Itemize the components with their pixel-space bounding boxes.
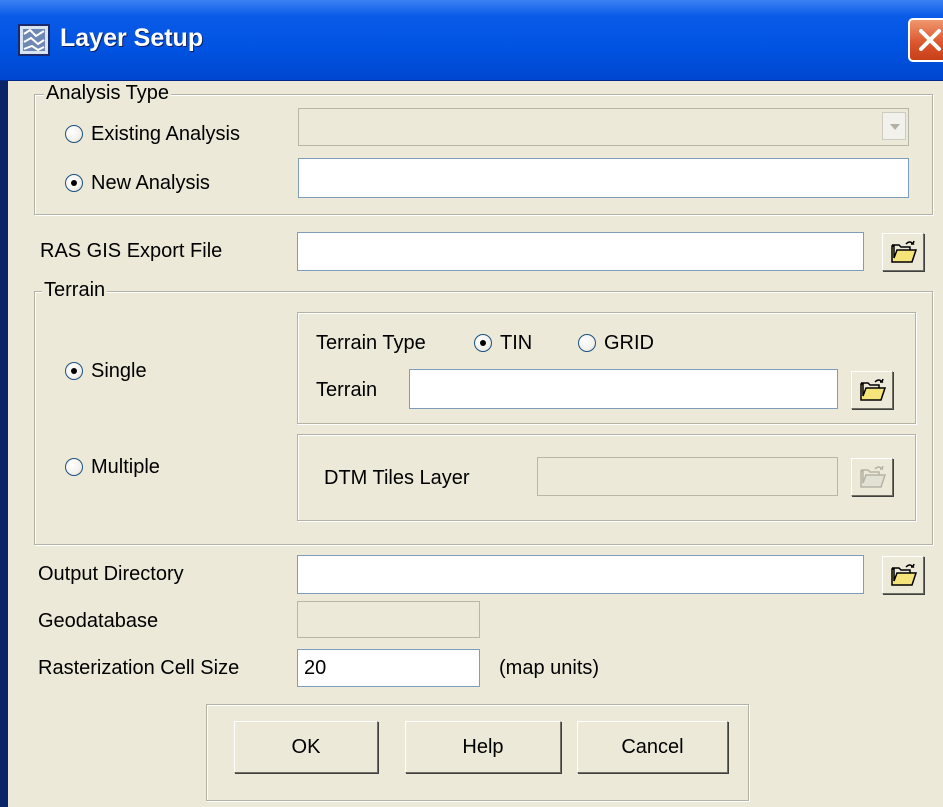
ras-gis-export-input[interactable] [297,232,864,271]
chevron-down-icon[interactable] [882,112,906,140]
open-folder-icon [860,465,886,488]
geodatabase-label: Geodatabase [38,610,159,632]
rasterization-cell-size-label: Rasterization Cell Size [38,657,240,679]
title-bar[interactable]: Layer Setup [0,0,943,81]
window-title: Layer Setup [60,24,204,52]
terrain-type-label: Terrain Type [316,332,426,354]
tin-label[interactable]: TIN [500,332,532,354]
terrain-label: Terrain [316,379,378,401]
ok-button[interactable]: OK [234,721,378,773]
tin-radio[interactable] [474,334,492,352]
layer-setup-window: Layer Setup Analysis Type Existing Analy… [0,0,943,807]
multiple-terrain-label[interactable]: Multiple [91,456,160,478]
dtm-tiles-layer-input[interactable] [537,457,838,496]
terrain-browse-button[interactable] [851,371,893,409]
existing-analysis-label[interactable]: Existing Analysis [91,123,240,145]
ras-gis-export-label: RAS GIS Export File [40,240,223,262]
single-terrain-label[interactable]: Single [91,360,147,382]
map-units-label: (map units) [499,657,600,679]
existing-analysis-radio[interactable] [65,125,83,143]
analysis-type-legend: Analysis Type [44,82,172,105]
rasterization-cell-size-input[interactable] [297,649,480,687]
geodatabase-input[interactable] [297,601,480,638]
output-directory-input[interactable] [297,555,864,594]
single-terrain-radio[interactable] [65,362,83,380]
dialog-body: Analysis Type Existing Analysis New Anal… [8,81,943,807]
dtm-tiles-browse-button[interactable] [851,458,893,496]
close-icon [919,29,941,51]
grid-label[interactable]: GRID [604,332,654,354]
multiple-terrain-radio[interactable] [65,458,83,476]
terrain-legend: Terrain [42,279,108,302]
help-button[interactable]: Help [405,721,561,773]
layer-setup-icon [18,24,50,56]
new-analysis-radio[interactable] [65,174,83,192]
new-analysis-label[interactable]: New Analysis [91,172,210,194]
dtm-tiles-layer-label: DTM Tiles Layer [324,467,470,489]
output-directory-label: Output Directory [38,563,184,585]
output-directory-browse-button[interactable] [882,556,924,594]
terrain-input[interactable] [409,369,838,409]
grid-radio[interactable] [578,334,596,352]
new-analysis-input[interactable] [298,158,909,198]
open-folder-icon [891,563,917,586]
existing-analysis-select[interactable] [298,108,909,146]
open-folder-icon [891,240,917,263]
cancel-button[interactable]: Cancel [577,721,728,773]
open-folder-icon [860,378,886,401]
close-button[interactable] [908,18,943,62]
ras-gis-export-browse-button[interactable] [882,233,924,271]
